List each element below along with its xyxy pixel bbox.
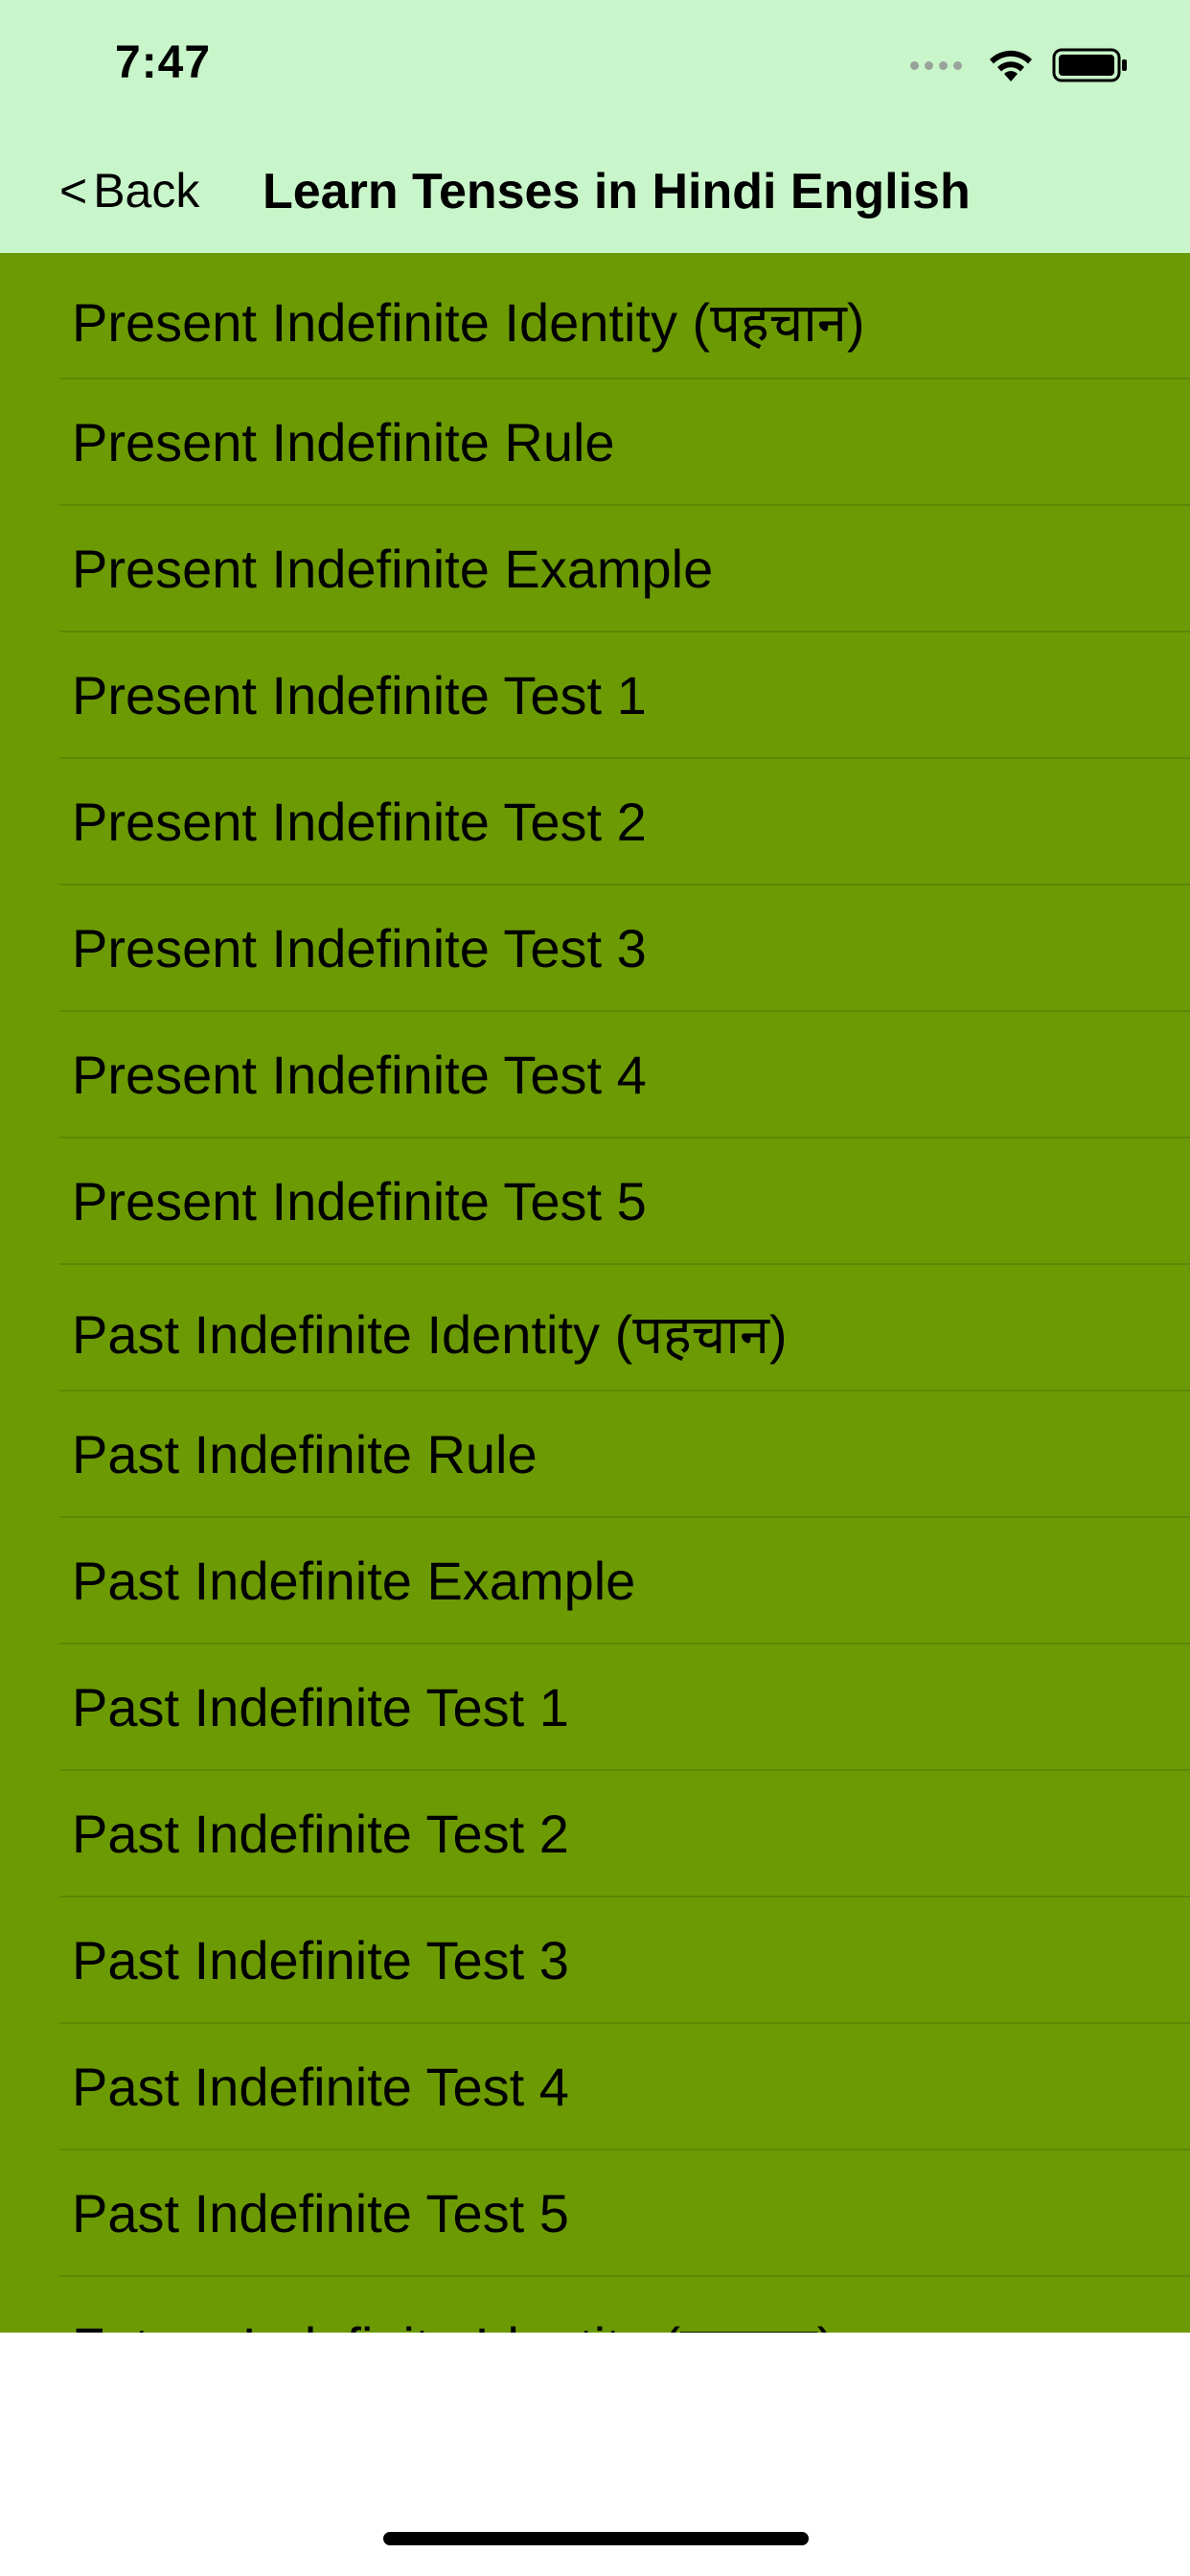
list-item-label: Past Indefinite Test 1 [72,1677,569,1737]
list-item-label: Past Indefinite Test 3 [72,1930,569,1990]
list-item-label: Past Indefinite Example [72,1551,636,1611]
list-item[interactable]: Present Indefinite Test 4 [0,1012,1190,1138]
list-item-label: Past Indefinite Rule [72,1424,538,1484]
list-item[interactable]: Past Indefinite Test 2 [0,1771,1190,1898]
lesson-list[interactable]: Present Indefinite Identity (पहचान) Pres… [0,253,1190,2333]
back-chevron-icon: < [59,164,88,218]
list-item[interactable]: Future Indefinite Identity (पहचान) [0,2277,1190,2333]
back-button[interactable]: < Back [59,163,199,218]
signal-dots-icon [910,60,962,70]
header-area: 7:47 < Back Learn Tenses in Hindi Englis… [0,0,1190,253]
list-item[interactable]: Past Indefinite Test 4 [0,2024,1190,2150]
list-item-label: Past Indefinite Identity (पहचान) [72,1304,788,1365]
status-bar: 7:47 [0,0,1190,126]
list-item[interactable]: Present Indefinite Identity (पहचान) [0,253,1190,380]
list-item-label: Past Indefinite Test 5 [72,2183,569,2243]
list-item[interactable]: Past Indefinite Test 1 [0,1644,1190,1771]
list-item[interactable]: Past Indefinite Identity (पहचान) [0,1265,1190,1392]
list-item[interactable]: Present Indefinite Test 2 [0,759,1190,886]
list-item-label: Present Indefinite Test 2 [72,792,647,852]
list-item[interactable]: Past Indefinite Test 3 [0,1898,1190,2024]
list-item[interactable]: Past Indefinite Rule [0,1392,1190,1518]
back-label: Back [93,164,200,218]
list-item[interactable]: Past Indefinite Example [0,1518,1190,1644]
navigation-bar: < Back Learn Tenses in Hindi English [0,126,1190,253]
list-item[interactable]: Present Indefinite Test 3 [0,886,1190,1012]
list-item-label: Present Indefinite Test 5 [72,1171,647,1231]
page-title: Learn Tenses in Hindi English [263,164,971,219]
battery-icon [1052,48,1127,82]
list-item-label: Present Indefinite Identity (पहचान) [72,292,865,353]
status-icons [910,42,1129,88]
list-item[interactable]: Present Indefinite Rule [0,380,1190,506]
list-item[interactable]: Present Indefinite Test 1 [0,632,1190,759]
list-item[interactable]: Present Indefinite Test 5 [0,1138,1190,1265]
list-item-label: Past Indefinite Test 4 [72,2057,569,2117]
list-item-label: Present Indefinite Example [72,539,714,599]
list-item[interactable]: Past Indefinite Test 5 [0,2150,1190,2277]
list-item-label: Future Indefinite Identity (पहचान) [72,2309,835,2333]
list-item[interactable]: Present Indefinite Example [0,506,1190,632]
wifi-icon [990,50,1032,81]
list-item-label: Present Indefinite Test 3 [72,918,647,978]
list-item-label: Past Indefinite Test 2 [72,1804,569,1864]
status-time: 7:47 [115,37,212,88]
list-item-label: Present Indefinite Test 1 [72,665,647,725]
list-item-label: Present Indefinite Test 4 [72,1045,647,1105]
home-indicator[interactable] [383,2532,809,2545]
list-item-label: Present Indefinite Rule [72,412,615,472]
